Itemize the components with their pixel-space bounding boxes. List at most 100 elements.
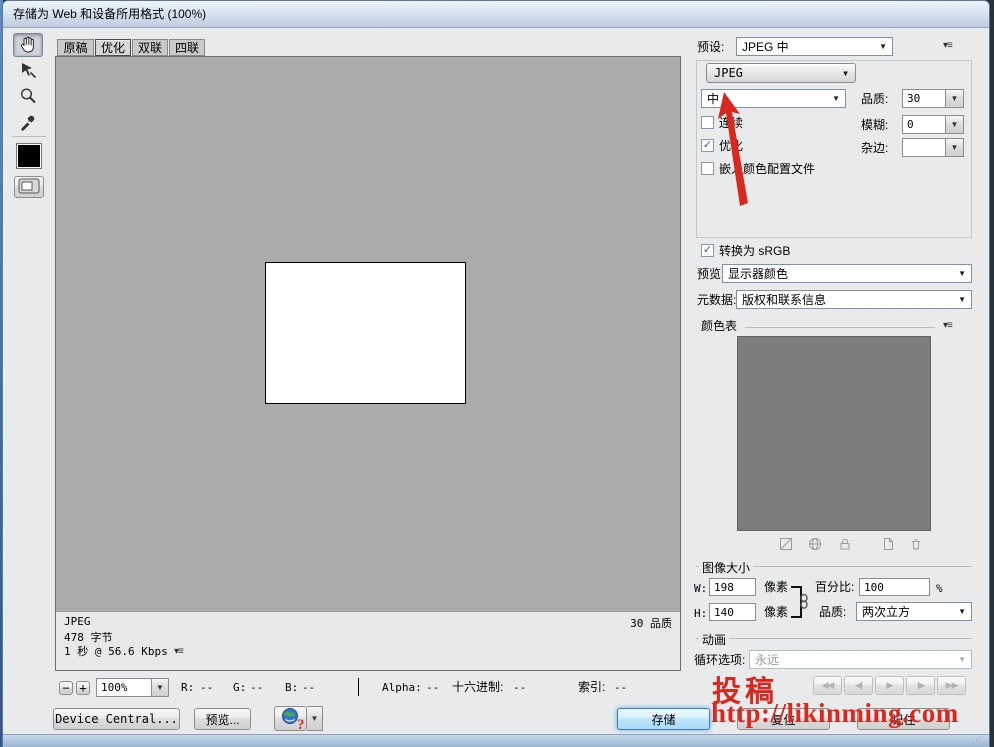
quality-value: 30 [907, 92, 920, 105]
width-input[interactable]: 198 [709, 578, 756, 596]
link-icon[interactable] [799, 593, 809, 613]
compression-value: 中 [707, 90, 719, 107]
color-table-swatches[interactable] [737, 336, 931, 531]
g-label: G: [233, 681, 246, 694]
image-size-header: 图像大小 [699, 559, 753, 576]
resample-label: 品质: [819, 605, 846, 620]
check-icon: ✓ [703, 245, 712, 256]
play-button: ▶ [875, 676, 904, 695]
device-central-button[interactable]: Device Central... [53, 708, 180, 730]
tab-original-label: 原稿 [63, 39, 87, 56]
eyedropper-icon [18, 112, 38, 135]
progressive-label: 连续 [719, 116, 743, 131]
blur-value: 0 [907, 118, 914, 131]
reset-button[interactable]: 复位 [737, 708, 830, 730]
preset-menu-icon[interactable]: ▾≡ [943, 41, 952, 51]
convert-srgb-checkbox[interactable]: ✓ [701, 244, 714, 257]
preview-image[interactable] [265, 262, 466, 404]
tab-optimized[interactable]: 优化 [95, 39, 131, 56]
tab-optimized-label: 优化 [101, 39, 125, 56]
transparency-map-icon[interactable] [779, 537, 793, 554]
slice-select-icon [18, 60, 38, 83]
matte-input[interactable] [902, 138, 946, 157]
progressive-checkbox[interactable] [701, 116, 714, 129]
window-title: 存储为 Web 和设备所用格式 (100%) [13, 7, 206, 22]
resize-grip[interactable]: ⋰ [972, 736, 984, 745]
compression-dropdown[interactable]: 中▼ [701, 89, 846, 108]
r-label: R: [181, 681, 194, 694]
preview-mode-dropdown[interactable]: 显示器颜色▼ [722, 264, 972, 283]
zoom-level-text: 100% [101, 681, 128, 694]
metadata-dropdown[interactable]: 版权和联系信息▼ [736, 290, 972, 309]
resample-dropdown[interactable]: 两次立方▼ [856, 602, 972, 621]
optimized-checkbox[interactable]: ✓ [701, 139, 714, 152]
eyedropper-color-swatch[interactable] [16, 143, 42, 169]
hex-value: -- [513, 681, 526, 694]
lock-color-icon[interactable] [838, 537, 852, 554]
trash-icon[interactable] [909, 537, 923, 554]
quality-label: 品质: [861, 92, 888, 107]
preview-in-browser-button[interactable]: 预览... [194, 708, 251, 730]
preset-value: JPEG 中 [742, 38, 789, 55]
alpha-value: -- [426, 681, 439, 694]
convert-srgb-label: 转换为 sRGB [719, 244, 790, 259]
metadata-label: 元数据: [697, 293, 736, 308]
zoom-tool-button[interactable] [13, 85, 43, 109]
zoom-in-button[interactable]: + [76, 681, 90, 695]
preset-dropdown[interactable]: JPEG 中 ▼ [736, 37, 893, 56]
slice-select-tool-button[interactable] [13, 59, 43, 83]
height-label: H: [694, 607, 707, 620]
percent-label: 百分比: [815, 580, 854, 595]
tab-2up[interactable]: 双联 [132, 39, 168, 56]
hex-label: 十六进制: [452, 680, 503, 695]
percent-input[interactable]: 100 [859, 578, 930, 596]
eyedropper-tool-button[interactable] [13, 111, 43, 135]
loop-value: 永远 [755, 651, 779, 668]
save-button[interactable]: 存储 [617, 708, 710, 730]
color-table-divider [745, 327, 935, 328]
browser-preview-dropdown-button[interactable]: ▼ [307, 706, 323, 731]
height-input[interactable]: 140 [709, 603, 756, 621]
hand-tool-button[interactable] [13, 33, 43, 57]
previous-frame-button: ◀| [844, 676, 873, 695]
preview-mode-value: 显示器颜色 [728, 265, 788, 282]
tab-original[interactable]: 原稿 [57, 39, 94, 56]
chevron-down-icon: ▼ [879, 42, 887, 51]
quality-input[interactable]: 30 [902, 89, 946, 108]
tab-4up[interactable]: 四联 [169, 39, 205, 56]
toggle-slices-visibility-button[interactable] [14, 176, 44, 198]
zoom-level-dropdown-button[interactable]: ▼ [152, 678, 169, 697]
width-label: W: [694, 582, 707, 595]
chevron-down-icon: ▼ [958, 655, 966, 664]
percent-value: 100 [864, 581, 884, 594]
chevron-down-icon: ▼ [843, 69, 848, 78]
chevron-down-icon: ▼ [958, 295, 966, 304]
format-value: JPEG [714, 66, 743, 80]
blur-slider-button[interactable]: ▼ [946, 115, 964, 134]
index-label: 索引: [578, 680, 605, 695]
browser-preview-icon-button[interactable]: ? [274, 706, 307, 731]
zoom-out-button[interactable]: − [59, 681, 73, 695]
quality-slider-button[interactable]: ▼ [946, 89, 964, 108]
animation-header: 动画 [699, 631, 729, 648]
preview-canvas[interactable] [55, 56, 681, 671]
index-value: -- [614, 681, 627, 694]
embed-profile-checkbox[interactable] [701, 162, 714, 175]
web-shift-icon[interactable] [808, 537, 822, 554]
stats-quality-note: 30 品质 [630, 615, 672, 631]
matte-dropdown-button[interactable]: ▼ [946, 138, 964, 157]
loop-label: 循环选项: [694, 653, 745, 668]
zoom-level-value[interactable]: 100% [96, 678, 152, 697]
preview-button-label: 预览... [205, 711, 239, 728]
format-dropdown[interactable]: JPEG ▼ [706, 63, 856, 83]
new-color-icon[interactable] [881, 537, 895, 554]
next-frame-button: |▶ [906, 676, 935, 695]
color-table-menu-icon[interactable]: ▾≡ [943, 321, 952, 331]
blur-input[interactable]: 0 [902, 115, 946, 134]
r-value: -- [200, 681, 213, 694]
play-icon: ▶ [887, 680, 893, 691]
stats-menu-icon[interactable]: ▾≡ [174, 647, 183, 657]
remember-button[interactable]: 记住 [857, 708, 950, 730]
width-value: 198 [714, 581, 734, 594]
window-titlebar[interactable]: 存储为 Web 和设备所用格式 (100%) [3, 1, 989, 28]
